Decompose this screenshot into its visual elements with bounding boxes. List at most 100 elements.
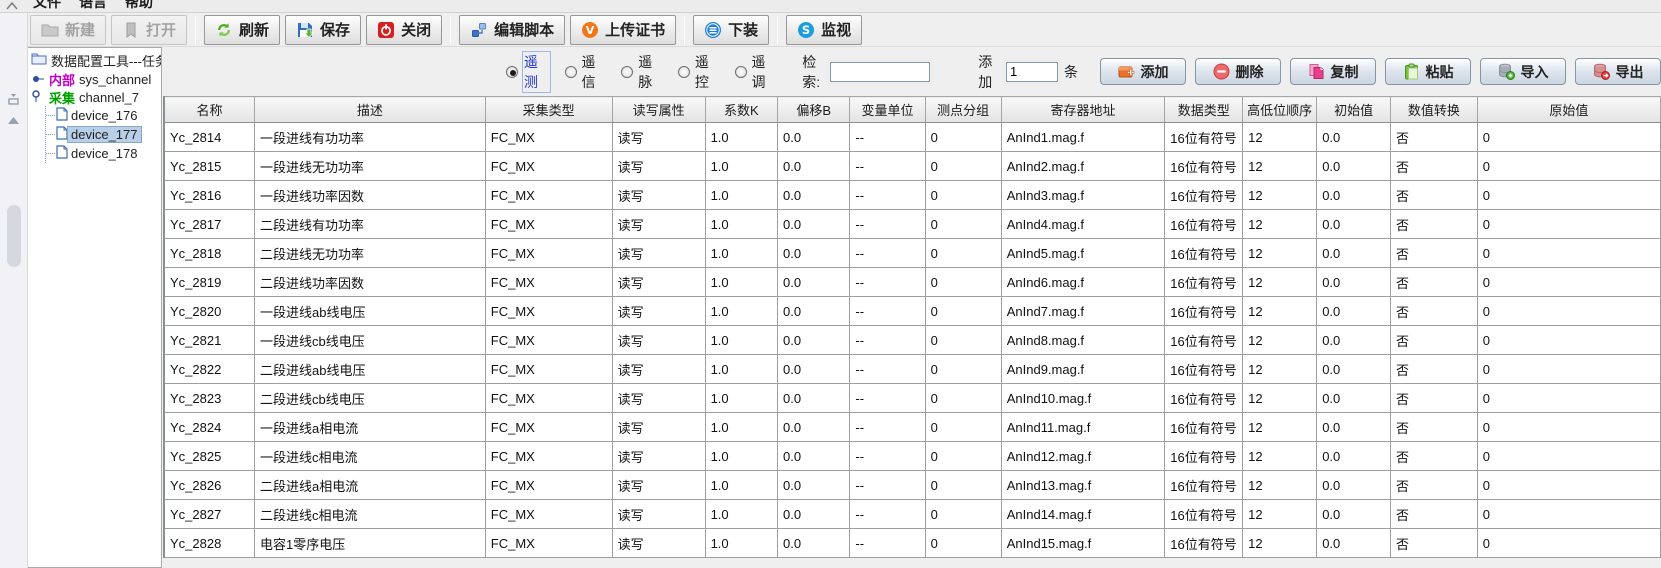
table-cell[interactable]: 1.0 [705,326,777,355]
table-cell[interactable]: 否 [1390,442,1477,471]
add-row-button[interactable]: 添加 [1100,58,1186,85]
table-cell[interactable]: 0 [1477,297,1660,326]
table-cell[interactable]: 16位有符号 [1165,500,1243,529]
menu-item-file[interactable]: 文件 [24,0,70,12]
table-cell[interactable]: 0 [925,268,1001,297]
search-input[interactable] [830,62,930,82]
table-cell[interactable]: 二段进线c相电流 [255,500,486,529]
column-header[interactable]: 读写属性 [612,97,705,123]
delete-row-button[interactable]: 删除 [1195,58,1281,85]
refresh-button[interactable]: 刷新 [204,15,280,45]
table-cell[interactable]: 0 [1477,210,1660,239]
menu-item-help[interactable]: 帮助 [116,0,162,12]
table-cell[interactable]: 0 [925,123,1001,152]
table-cell[interactable]: 0.0 [1317,326,1391,355]
table-cell[interactable]: 12 [1243,297,1317,326]
table-cell[interactable]: 0.0 [777,413,849,442]
table-cell[interactable]: 读写 [612,181,705,210]
table-row[interactable]: Yc_2828电容1零序电压FC_MX读写1.00.0--0AnInd15.ma… [164,529,1661,558]
table-cell[interactable]: -- [850,268,925,297]
table-cell[interactable]: 16位有符号 [1165,384,1243,413]
table-cell[interactable]: -- [850,297,925,326]
table-cell[interactable]: 否 [1390,500,1477,529]
table-row[interactable]: Yc_2819二段进线功率因数FC_MX读写1.00.0--0AnInd6.ma… [164,268,1661,297]
table-cell[interactable]: 0.0 [777,529,849,558]
table-cell[interactable]: 12 [1243,268,1317,297]
table-cell[interactable]: AnInd15.mag.f [1001,529,1165,558]
column-header[interactable]: 名称 [164,97,255,123]
menu-item-language[interactable]: 语言 [70,0,116,12]
table-cell[interactable]: Yc_2822 [164,355,255,384]
table-row[interactable]: Yc_2821一段进线cb线电压FC_MX读写1.00.0--0AnInd8.m… [164,326,1661,355]
tree-leaf-device-177[interactable]: device_177 [46,125,160,144]
table-cell[interactable]: -- [850,239,925,268]
upload-certificate-button[interactable]: V 上传证书 [570,15,676,45]
table-cell[interactable]: 0.0 [777,297,849,326]
table-cell[interactable]: 0.0 [1317,239,1391,268]
table-cell[interactable]: 否 [1390,384,1477,413]
import-button[interactable]: 导入 [1480,58,1566,85]
chevron-up-icon[interactable] [0,0,24,12]
table-cell[interactable]: -- [850,181,925,210]
add-count-input[interactable] [1006,62,1058,82]
table-cell[interactable]: 否 [1390,181,1477,210]
table-cell[interactable]: FC_MX [485,529,612,558]
table-cell[interactable]: 0 [1477,529,1660,558]
table-cell[interactable]: 二段进线功率因数 [255,268,486,297]
table-cell[interactable]: 1.0 [705,384,777,413]
table-cell[interactable]: 1.0 [705,210,777,239]
table-cell[interactable]: 读写 [612,123,705,152]
download-button[interactable]: 下装 [693,15,769,45]
table-cell[interactable]: 0.0 [777,152,849,181]
table-cell[interactable]: 0 [925,471,1001,500]
table-cell[interactable]: FC_MX [485,181,612,210]
table-cell[interactable]: 读写 [612,529,705,558]
table-cell[interactable]: FC_MX [485,297,612,326]
table-row[interactable]: Yc_2824一段进线a相电流FC_MX读写1.00.0--0AnInd11.m… [164,413,1661,442]
table-cell[interactable]: 12 [1243,355,1317,384]
table-cell[interactable]: 12 [1243,239,1317,268]
table-cell[interactable]: 0.0 [777,500,849,529]
table-cell[interactable]: 0 [925,181,1001,210]
table-cell[interactable]: 否 [1390,152,1477,181]
table-cell[interactable]: 16位有符号 [1165,326,1243,355]
table-cell[interactable]: 0 [925,442,1001,471]
table-cell[interactable]: FC_MX [485,442,612,471]
table-cell[interactable]: Yc_2818 [164,239,255,268]
table-cell[interactable]: Yc_2826 [164,471,255,500]
table-cell[interactable]: 读写 [612,500,705,529]
table-cell[interactable]: Yc_2817 [164,210,255,239]
table-cell[interactable]: 16位有符号 [1165,181,1243,210]
table-cell[interactable]: 12 [1243,500,1317,529]
monitor-button[interactable]: S 监视 [786,15,862,45]
table-cell[interactable]: 1.0 [705,442,777,471]
table-cell[interactable]: 二段进线无功功率 [255,239,486,268]
table-cell[interactable]: 0 [1477,268,1660,297]
table-cell[interactable]: -- [850,471,925,500]
column-header[interactable]: 系数K [705,97,777,123]
radio-yaoxin[interactable]: 遥信 [565,52,607,92]
radio-yaomai[interactable]: 遥脉 [621,52,663,92]
table-cell[interactable]: 读写 [612,384,705,413]
table-cell[interactable]: 二段进线有功功率 [255,210,486,239]
table-cell[interactable]: FC_MX [485,326,612,355]
tree-leaf-device-178[interactable]: device_178 [46,144,160,163]
tree-root[interactable]: 数据配置工具---任务树 [31,51,160,69]
table-cell[interactable]: Yc_2827 [164,500,255,529]
table-cell[interactable]: -- [850,210,925,239]
table-cell[interactable]: 0 [925,297,1001,326]
table-cell[interactable]: 16位有符号 [1165,529,1243,558]
table-cell[interactable]: 16位有符号 [1165,239,1243,268]
table-cell[interactable]: 否 [1390,355,1477,384]
table-cell[interactable]: 1.0 [705,123,777,152]
scrollbar-thumb[interactable] [7,205,21,267]
table-cell[interactable]: 16位有符号 [1165,123,1243,152]
table-cell[interactable]: FC_MX [485,268,612,297]
table-cell[interactable]: 0.0 [1317,152,1391,181]
table-cell[interactable]: 否 [1390,529,1477,558]
table-cell[interactable]: AnInd6.mag.f [1001,268,1165,297]
table-cell[interactable]: 读写 [612,239,705,268]
table-cell[interactable]: 1.0 [705,471,777,500]
table-cell[interactable]: 否 [1390,268,1477,297]
table-cell[interactable]: Yc_2823 [164,384,255,413]
